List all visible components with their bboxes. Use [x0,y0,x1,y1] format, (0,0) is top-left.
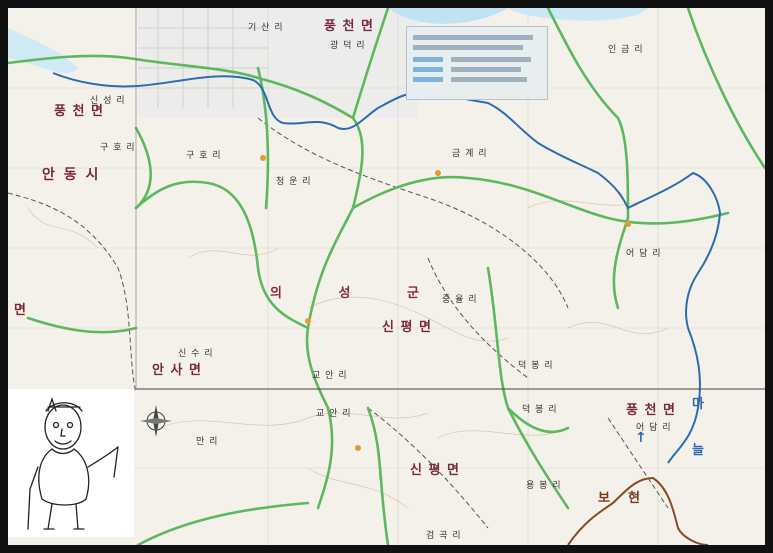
label-jungyul: 중 율 리 [442,295,478,305]
label-yongbong: 용 봉 리 [526,481,562,491]
map-legend [406,26,548,100]
label-gisan: 기 산 리 [248,23,284,33]
label-deokbong: 덕 봉 리 [518,361,554,371]
label-gyoan: 교 안 리 [312,371,348,381]
label-manri: 만 리 [196,437,219,447]
label-gyoan-2: 교 안 리 [316,409,352,419]
label-singseong: 신 성 리 [90,96,126,106]
label-deokbong-2: 덕 봉 리 [522,405,558,415]
hiker-sketch [8,389,134,537]
label-pungcheon-left: 풍 천 면 [54,104,104,119]
label-sinpyeong-bottom: 신 평 면 [410,463,460,478]
label-inkeum: 인 금 리 [608,45,644,55]
label-ansa: 안 사 면 [152,363,202,378]
map-frame: 풍 천 면 풍 천 면 풍 천 면 안 동 시 의 성 군 신 평 면 신 평 … [0,0,773,553]
label-gwangdeok: 광 덕 리 [330,41,366,51]
label-adam: 어 담 리 [626,249,662,259]
label-bo: 보 [598,491,610,506]
label-neul: 늘 [692,443,704,458]
label-geomgok: 검 곡 리 [426,531,462,541]
label-cheongun: 청 운 리 [276,177,312,187]
hiker-drawing-icon [27,396,119,530]
label-hyeon: 현 [628,491,640,506]
route-arrow-icon: ↑ [635,430,647,446]
label-sinpyeong-mid: 신 평 면 [382,320,432,335]
label-uiseong-county: 의 성 군 [270,286,445,301]
label-geumgye: 금 계 리 [452,149,488,159]
label-pungcheon-top: 풍 천 면 [324,19,374,34]
label-ma: 마 [692,397,704,412]
label-andong: 안 동 시 [42,167,101,183]
label-pungcheon-right: 풍 천 면 [626,403,676,418]
label-sinsu: 신 수 리 [178,349,214,359]
label-guho-2: 구 호 리 [100,143,136,153]
label-guho: 구 호 리 [186,151,222,161]
label-left-myeon: 면 [14,303,27,318]
